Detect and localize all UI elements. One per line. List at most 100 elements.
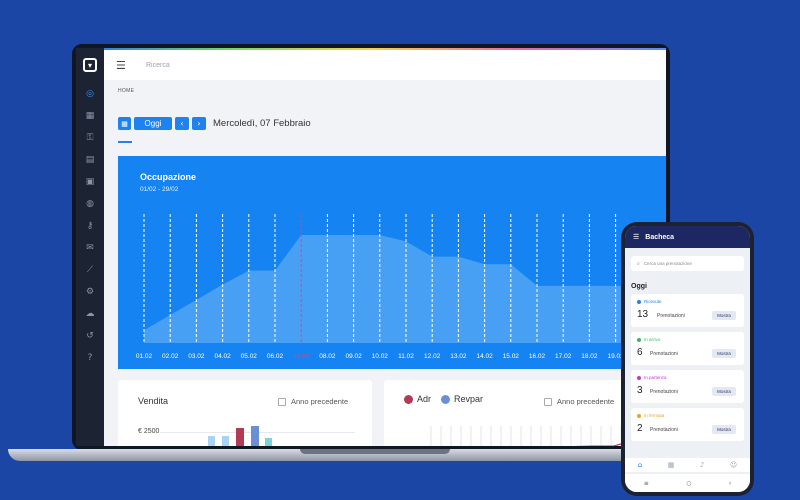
booking-count-label: Prenotazioni: [650, 351, 678, 357]
booking-card[interactable]: In fermata 2 Prenotazioni Mostra: [631, 408, 744, 441]
lock-icon[interactable]: ⚿: [83, 132, 97, 145]
app-logo-icon[interactable]: ▾: [83, 58, 97, 72]
top-bar: ☰ Ricerca: [104, 50, 666, 80]
search-icon: ⌕: [637, 260, 640, 267]
current-date: Mercoledì, 07 Febbraio: [213, 118, 311, 129]
user-icon[interactable]: ☺: [730, 461, 737, 469]
calculator-icon[interactable]: ▣: [83, 176, 97, 189]
x-tick-label: 02.02: [162, 353, 179, 360]
phone-search-input[interactable]: ⌕ Cerca una prenotazione: [631, 256, 744, 271]
booking-tag: In fermata: [637, 413, 664, 418]
x-tick-label: 11.02: [398, 353, 414, 360]
x-tick-label: 16.02: [529, 353, 546, 360]
x-tick-label: 04.02: [214, 353, 231, 360]
help-icon[interactable]: ?: [83, 352, 97, 365]
booking-tag: In partenza: [637, 375, 667, 380]
chart-title: Occupazione: [140, 172, 197, 182]
sidebar: ▾ ◎ ▦ ⚿ ▤ ▣ ◍ ⚷ ✉ ⟋ ⚙ ☁ ↺ ?: [76, 48, 104, 446]
laptop-screen: ▾ ◎ ▦ ⚿ ▤ ▣ ◍ ⚷ ✉ ⟋ ⚙ ☁ ↺ ? ☰ Ricerca HO…: [76, 48, 666, 446]
phone-screen: ☰ Bacheca ⌕ Cerca una prenotazione Oggi …: [625, 226, 750, 492]
booking-tag: Ricevute: [637, 299, 662, 304]
menu-toggle-icon[interactable]: ☰: [116, 59, 130, 72]
home-button-icon[interactable]: ○: [686, 480, 691, 487]
show-button[interactable]: Mostra: [712, 387, 736, 396]
x-tick-label: 10.02: [372, 353, 389, 360]
chevron-right-icon[interactable]: ›: [192, 117, 206, 130]
x-tick-label: 18.02: [581, 353, 598, 360]
x-tick-label: 05.02: [241, 353, 258, 360]
x-tick-label: 13.02: [450, 353, 467, 360]
booking-card[interactable]: Ricevute 13 Prenotazioni Mostra: [631, 294, 744, 327]
booking-card[interactable]: In arrivo 6 Prenotazioni Mostra: [631, 332, 744, 365]
active-tab-indicator: [118, 141, 132, 143]
phone-section-title: Oggi: [631, 283, 647, 290]
phone-menu-icon[interactable]: ☰: [633, 233, 639, 241]
calendar-icon[interactable]: ▦: [118, 117, 131, 130]
booking-card[interactable]: In partenza 3 Prenotazioni Mostra: [631, 370, 744, 403]
show-button[interactable]: Mostra: [712, 425, 736, 434]
sales-bar: [236, 428, 244, 446]
phone-tab-bar: ⌂ ▦ ♪ ☺: [625, 458, 750, 472]
booking-count: 13: [637, 309, 649, 320]
tag-dot: [637, 413, 641, 418]
back-icon[interactable]: ‹: [729, 480, 731, 487]
booking-count: 6: [637, 347, 643, 358]
home-icon[interactable]: ⌂: [638, 461, 642, 469]
booking-tag: In arrivo: [637, 337, 660, 342]
show-button[interactable]: Mostra: [712, 349, 736, 358]
sales-bar: [208, 436, 215, 446]
occupancy-chart: 01.02 02.02 03.02 04.02 05.02 06.02 07.02 08.02…: [136, 214, 666, 360]
show-button[interactable]: Mostra: [712, 311, 736, 320]
chevron-left-icon[interactable]: ‹: [175, 117, 189, 130]
chart-icon[interactable]: ⟋: [83, 264, 97, 277]
tag-label: Ricevute: [644, 299, 662, 304]
x-tick-label: 12.02: [424, 353, 441, 360]
x-tick-label: 14.02: [476, 353, 493, 360]
tag-dot: [637, 337, 641, 342]
sales-card: Vendita Anno precedente € 2500: [118, 380, 372, 446]
x-tick-label: 17.02: [555, 353, 572, 360]
tag-dot: [637, 375, 641, 380]
x-tick-label: 06.02: [267, 353, 284, 360]
sidebar-nav: ◎ ▦ ⚿ ▤ ▣ ◍ ⚷ ✉ ⟋ ⚙ ☁ ↺ ?: [83, 88, 97, 365]
occupancy-chart-card: 01.02 02.02 03.02 04.02 05.02 06.02 07.02 08.02…: [118, 156, 666, 369]
sales-bar: [251, 426, 259, 446]
mail-icon[interactable]: ✉: [83, 242, 97, 255]
date-navigation: ▦ Oggi ‹ › Mercoledì, 07 Febbraio: [118, 117, 311, 130]
search-input[interactable]: Ricerca: [146, 62, 170, 69]
x-tick-label: 08.02: [319, 353, 336, 360]
bell-icon[interactable]: ♪: [700, 461, 704, 469]
tag-label: In arrivo: [644, 337, 661, 342]
phone-title: Bacheca: [645, 233, 675, 241]
x-tick-label: 09.02: [345, 353, 362, 360]
x-tick-label: 07.02: [293, 353, 310, 360]
x-tick-label: 01.02: [136, 353, 153, 360]
key-icon[interactable]: ⚷: [83, 220, 97, 233]
sales-bars: [208, 426, 272, 446]
tag-dot: [637, 299, 641, 304]
booking-count-label: Prenotazioni: [657, 313, 685, 319]
document-icon[interactable]: ▤: [83, 154, 97, 167]
laptop-notch: [300, 449, 450, 454]
booking-count-label: Prenotazioni: [650, 427, 678, 433]
booking-count-label: Prenotazioni: [650, 389, 678, 395]
dashboard-icon[interactable]: ◎: [83, 88, 97, 101]
calendar-icon[interactable]: ▦: [668, 461, 675, 469]
x-tick-label: 03.02: [188, 353, 205, 360]
x-tick-label: 15.02: [503, 353, 520, 360]
adr-grid: [430, 426, 652, 446]
tag-label: In fermata: [644, 413, 665, 418]
booking-count: 2: [637, 423, 643, 434]
cloud-icon[interactable]: ☁: [83, 308, 97, 321]
breadcrumb[interactable]: HOME: [118, 88, 134, 94]
sales-bar: [222, 436, 229, 446]
gear-icon[interactable]: ⚙: [83, 286, 97, 299]
booking-count: 3: [637, 385, 643, 396]
bag-icon[interactable]: ◍: [83, 198, 97, 211]
today-button[interactable]: Oggi: [134, 117, 172, 130]
sales-bar: [265, 438, 272, 446]
history-icon[interactable]: ↺: [83, 330, 97, 343]
table-icon[interactable]: ▦: [83, 110, 97, 123]
phone-search-placeholder: Cerca una prenotazione: [643, 261, 692, 266]
recent-apps-icon[interactable]: ≡: [644, 480, 649, 487]
